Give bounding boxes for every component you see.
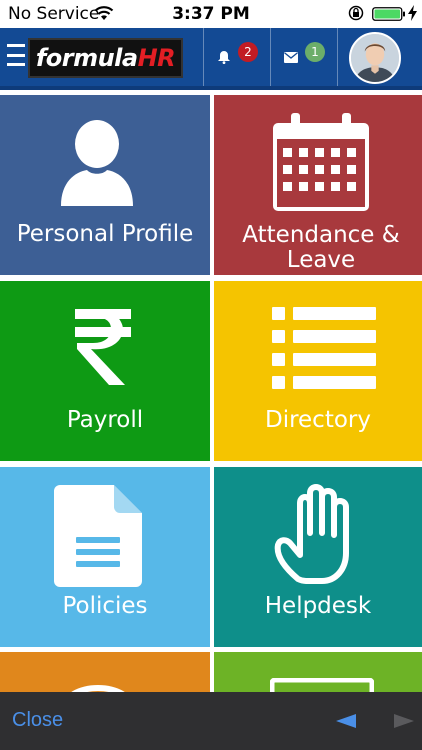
menu-icon[interactable] [7,44,25,66]
notification-badge: 2 [238,42,258,62]
tile-label: Personal Profile [16,221,194,247]
user-photo [351,34,399,82]
person-icon [61,120,133,206]
logo-text: formula [35,44,138,72]
tile-label: Payroll [66,407,144,433]
tile-label: Helpdesk [264,593,372,619]
tile-payroll[interactable]: Payroll [0,281,210,461]
bottom-toolbar: Close [0,692,422,750]
logo-accent: HR [137,44,176,72]
envelope-icon [284,52,298,63]
tile-label: Policies [62,593,148,619]
tile-directory[interactable]: Directory [214,281,422,461]
avatar[interactable] [349,32,401,84]
bell-icon [218,51,230,64]
forward-arrow-icon[interactable] [394,714,414,728]
calendar-icon [273,113,369,211]
tile-label: Attendance & Leave [242,222,400,273]
status-bar: No Service 3:37 PM [0,0,422,28]
tile-label: Directory [264,407,371,433]
app-header: formula HR 2 1 [0,28,422,90]
notifications-button[interactable]: 2 [204,28,270,86]
rotation-lock-icon [348,5,364,21]
chat-icon [71,685,125,692]
monitor-icon [270,678,374,692]
hand-icon [274,484,349,584]
document-icon [54,485,142,587]
messages-button[interactable]: 1 [271,28,337,86]
formulahr-logo: formula HR [28,38,183,78]
message-badge: 1 [305,42,325,62]
charging-icon [408,5,417,21]
tile-partial-right[interactable] [214,652,422,692]
back-arrow-icon[interactable] [336,714,356,728]
tile-personal-profile[interactable]: Personal Profile [0,95,210,275]
tile-helpdesk[interactable]: Helpdesk [214,467,422,647]
list-icon [272,307,376,389]
close-button[interactable]: Close [12,709,63,732]
tile-policies[interactable]: Policies [0,467,210,647]
header-divider [337,28,338,86]
battery-icon [372,7,405,21]
rupee-icon [75,309,131,385]
tile-attendance-leave[interactable]: Attendance & Leave [214,95,422,275]
tile-partial-left[interactable] [0,652,210,692]
